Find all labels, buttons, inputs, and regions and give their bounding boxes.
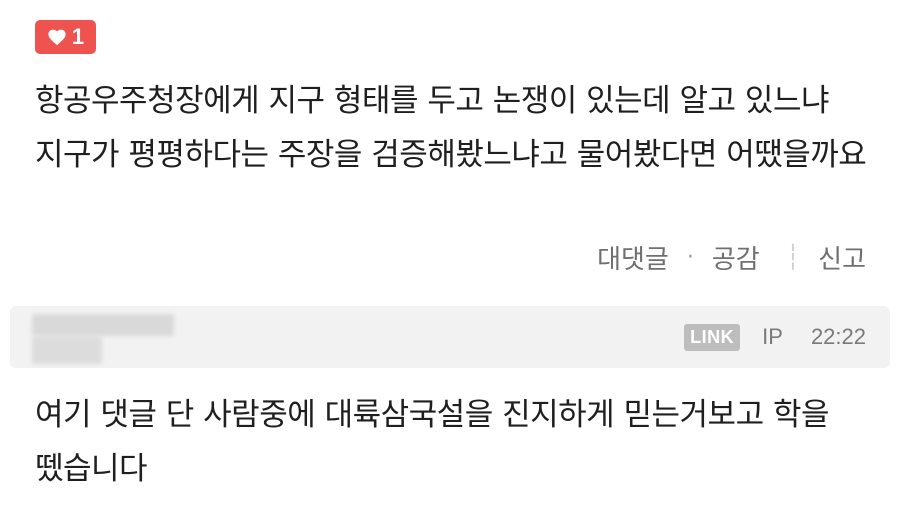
comment-text: 항공우주청장에게 지구 형태를 두고 논쟁이 있는데 알고 있느냐 지구가 평평… xyxy=(35,83,867,173)
reply-header: LINK IP 22:22 xyxy=(10,306,890,368)
like-badge[interactable]: 1 xyxy=(35,20,96,54)
ip-label: IP xyxy=(762,324,783,349)
report-button[interactable]: 신고 xyxy=(818,239,866,276)
action-separator: · xyxy=(686,244,694,270)
comment-actions: 대댓글 · 공감 ┆ 신고 xyxy=(597,236,866,278)
reply-timestamp: 22:22 xyxy=(810,324,866,349)
reply-text: 여기 댓글 단 사람중에 대륙삼국설을 진지하게 믿는거보고 학을 뗐습니다 xyxy=(35,397,830,487)
heart-icon xyxy=(47,28,67,46)
like-count: 1 xyxy=(71,24,85,49)
blurred-username xyxy=(32,306,174,368)
reply-button[interactable]: 대댓글 xyxy=(597,239,669,276)
action-divider: ┆ xyxy=(785,243,801,271)
reply-meta: LINK IP 22:22 xyxy=(684,306,866,368)
link-badge[interactable]: LINK xyxy=(684,323,741,351)
like-button[interactable]: 공감 xyxy=(712,239,760,276)
